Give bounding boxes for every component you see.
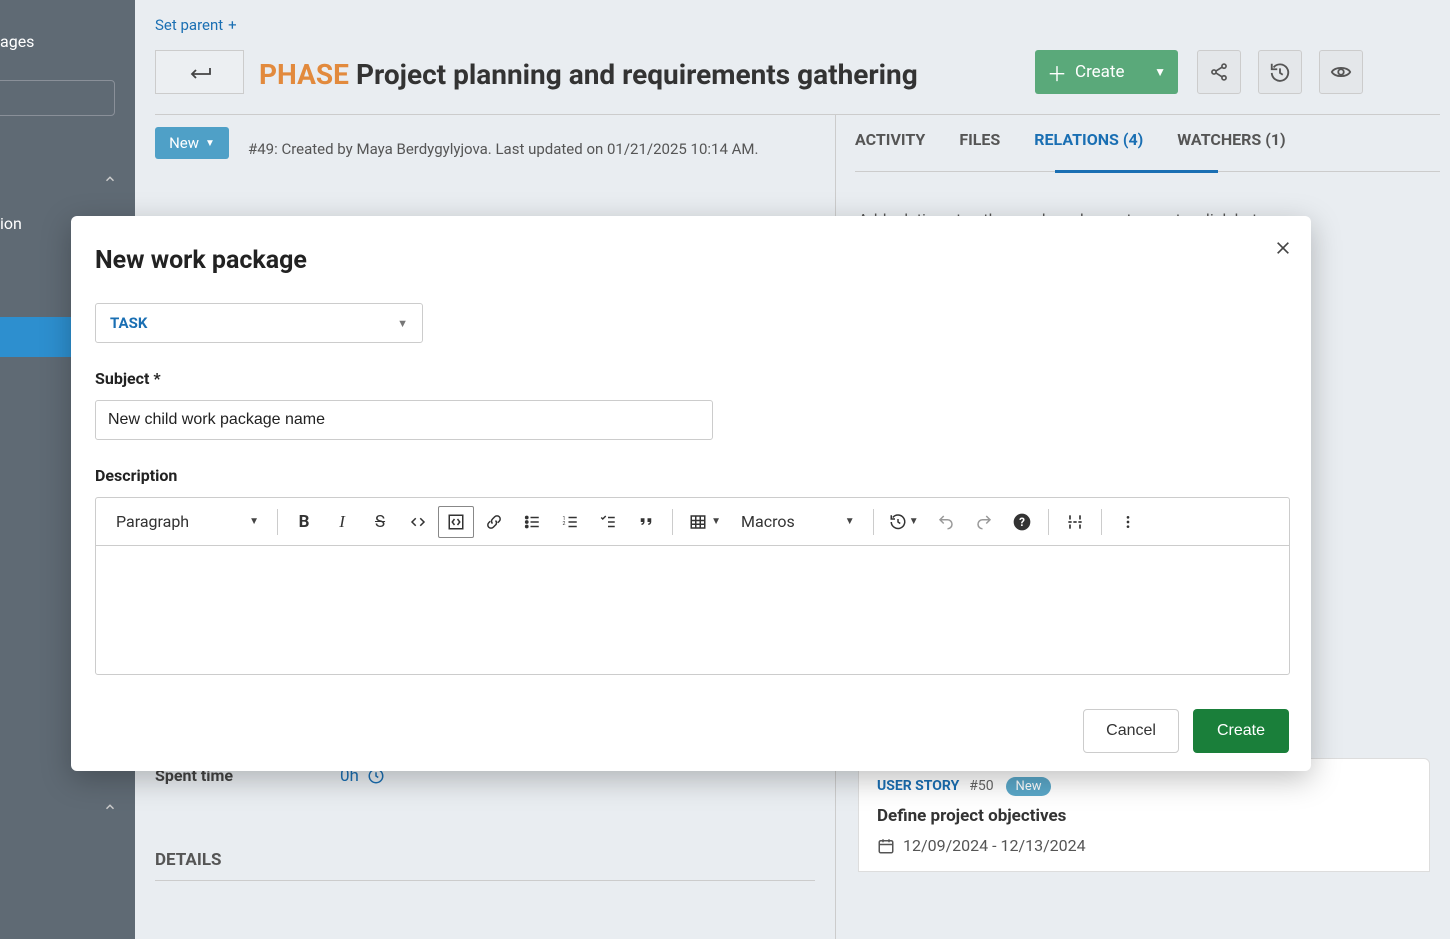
bold-button[interactable]: B — [286, 506, 322, 538]
plus-icon: ＋ — [1047, 58, 1067, 87]
strike-button[interactable]: S — [362, 506, 398, 538]
activity-button[interactable] — [1258, 50, 1302, 94]
chevron-up-icon[interactable] — [103, 800, 117, 814]
italic-button[interactable]: I — [324, 506, 360, 538]
blockquote-button[interactable] — [628, 506, 664, 538]
tab-watchers[interactable]: WATCHERS (1) — [1177, 130, 1285, 149]
modal-title: New work package — [95, 246, 1287, 275]
relation-title: Define project objectives — [877, 806, 1411, 826]
new-work-package-modal: New work package TASK ▼ Subject * Descri… — [71, 216, 1311, 771]
chevron-down-icon: ▼ — [205, 138, 215, 149]
chevron-down-icon: ▼ — [397, 317, 408, 330]
watch-button[interactable] — [1319, 50, 1363, 94]
sidebar-label: ages — [0, 32, 135, 51]
bullet-list-button[interactable] — [514, 506, 550, 538]
modal-actions: Cancel Create — [1083, 709, 1289, 753]
tabs: ACTIVITY FILES RELATIONS (4) WATCHERS (1… — [855, 130, 1286, 149]
macros-label: Macros — [741, 512, 795, 531]
chevron-down-icon: ▼ — [711, 516, 721, 527]
undo-button[interactable] — [928, 506, 964, 538]
divider — [277, 509, 278, 535]
svg-text:?: ? — [1019, 515, 1025, 529]
created-info: #49: Created by Maya Berdygylyjova. Last… — [248, 140, 758, 158]
plus-icon: + — [228, 16, 237, 34]
editor-toolbar: Paragraph ▼ B I S 12 — [96, 498, 1289, 546]
wp-title[interactable]: Project planning and requirements gather… — [356, 58, 918, 91]
chevron-down-icon: ▼ — [1154, 65, 1166, 79]
help-button[interactable]: ? — [1004, 506, 1040, 538]
editor-body[interactable] — [96, 546, 1289, 674]
subject-input[interactable] — [95, 400, 713, 440]
sidebar-label-2: ion — [0, 214, 22, 233]
sidebar-search[interactable] — [0, 80, 115, 116]
divider — [155, 880, 815, 881]
relation-type: USER STORY — [877, 778, 959, 794]
more-button[interactable] — [1110, 506, 1146, 538]
svg-text:2: 2 — [563, 521, 566, 527]
link-button[interactable] — [476, 506, 512, 538]
task-list-button[interactable] — [590, 506, 626, 538]
relation-dates-text: 12/09/2024 - 12/13/2024 — [903, 836, 1086, 855]
relation-status: New — [1006, 777, 1052, 796]
status-label: New — [169, 134, 199, 152]
macros-dropdown[interactable]: Macros ▼ — [731, 512, 865, 531]
chevron-down-icon: ▼ — [249, 516, 259, 527]
tab-underline — [1055, 170, 1218, 173]
chevron-up-icon[interactable] — [103, 172, 117, 186]
create-label: Create — [1075, 62, 1125, 82]
divider — [672, 509, 673, 535]
tab-relations[interactable]: RELATIONS (4) — [1034, 130, 1143, 149]
details-header: DETAILS — [155, 850, 221, 870]
status-dropdown[interactable]: New ▼ — [155, 127, 229, 159]
relation-id: #50 — [969, 778, 993, 794]
relation-dates: 12/09/2024 - 12/13/2024 — [877, 836, 1411, 855]
set-parent-label: Set parent — [155, 16, 223, 34]
page-break-button[interactable] — [1057, 506, 1093, 538]
cancel-button[interactable]: Cancel — [1083, 709, 1179, 753]
redo-button[interactable] — [966, 506, 1002, 538]
chevron-down-icon: ▼ — [845, 516, 855, 527]
chevron-down-icon: ▼ — [909, 516, 919, 527]
code-block-button[interactable] — [438, 506, 474, 538]
type-select[interactable]: TASK ▼ — [95, 303, 423, 343]
divider — [873, 509, 874, 535]
type-value: TASK — [110, 314, 147, 332]
table-button[interactable]: ▼ — [681, 506, 729, 538]
paragraph-dropdown[interactable]: Paragraph ▼ — [106, 512, 269, 531]
close-button[interactable] — [1275, 240, 1291, 256]
description-label: Description — [95, 466, 1287, 485]
numbered-list-button[interactable]: 12 — [552, 506, 588, 538]
divider — [1048, 509, 1049, 535]
history-button[interactable]: ▼ — [882, 506, 926, 538]
tab-activity[interactable]: ACTIVITY — [855, 130, 925, 149]
description-editor: Paragraph ▼ B I S 12 — [95, 497, 1290, 675]
code-button[interactable] — [400, 506, 436, 538]
wp-type-badge: PHASE — [259, 58, 349, 91]
set-parent-link[interactable]: Set parent + — [155, 16, 237, 34]
tab-files[interactable]: FILES — [959, 130, 1000, 149]
divider — [155, 114, 1440, 115]
share-button[interactable] — [1197, 50, 1241, 94]
create-button[interactable]: ＋ Create ▼ — [1035, 50, 1178, 94]
paragraph-label: Paragraph — [116, 512, 189, 531]
relation-card[interactable]: USER STORY #50 New Define project object… — [858, 758, 1430, 872]
calendar-icon — [877, 837, 895, 855]
divider — [1101, 509, 1102, 535]
subject-label: Subject * — [95, 369, 1287, 388]
create-submit-button[interactable]: Create — [1193, 709, 1289, 753]
back-button[interactable] — [155, 50, 244, 94]
